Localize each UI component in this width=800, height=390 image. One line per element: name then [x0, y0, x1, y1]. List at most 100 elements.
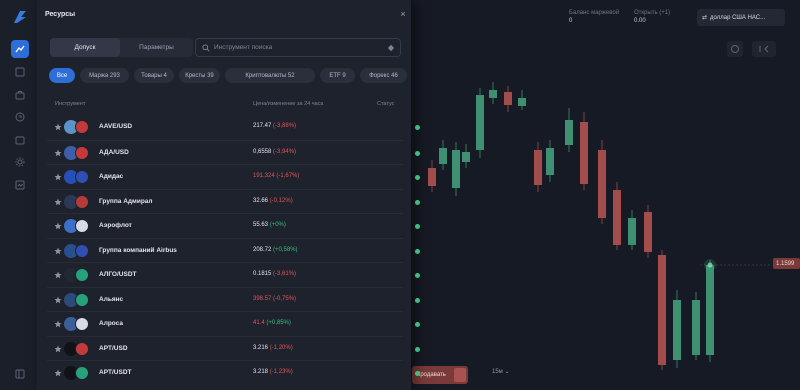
price-change: (-3,94%)	[273, 148, 297, 155]
candle-body	[580, 122, 588, 184]
instrument-price-cell: 398.57 (-0,75%)	[253, 296, 296, 302]
star-icon[interactable]	[54, 296, 62, 304]
status-dot-icon	[415, 199, 420, 205]
status-dot-icon	[415, 224, 420, 229]
portfolio-nav-button[interactable]	[11, 86, 29, 104]
instrument-search[interactable]	[195, 38, 401, 57]
margin-balance-label: Баланс маржевой	[569, 10, 620, 16]
star-icon[interactable]	[54, 198, 62, 206]
wallet-nav-button[interactable]	[11, 131, 29, 149]
candle-body	[504, 92, 512, 105]
list-item[interactable]: APT/USD 3.216 (-1,20%)	[47, 335, 420, 361]
status-dot-icon	[415, 150, 420, 156]
list-item[interactable]: Группа компаний Airbus 208.72 (+0,58%)	[47, 237, 420, 263]
instrument-price: 191.324	[253, 173, 275, 179]
asset-selector[interactable]: ⇄ доллар США НАС...	[697, 9, 785, 26]
list-item[interactable]: Аэрофлот 55.63 (+0%)	[47, 213, 420, 238]
candle-body	[546, 148, 554, 175]
candle-body	[565, 120, 573, 145]
filter-icon[interactable]	[387, 44, 395, 52]
clock-icon	[731, 45, 739, 53]
candle-body	[658, 255, 666, 365]
chip-commodities[interactable]: Товары 4	[134, 68, 174, 83]
price-change: (+0,58%)	[273, 246, 298, 253]
open-positions-label: Открыть (+1)	[634, 10, 671, 16]
indicators-button[interactable]	[727, 41, 743, 57]
trades-nav-button[interactable]	[11, 63, 29, 81]
price-change: (-1,23%)	[269, 369, 293, 375]
list-item[interactable]: APT/USDT 3.218 (-1,23%)	[47, 360, 420, 385]
quote-currency-icon	[75, 366, 89, 380]
instrument-price-cell: 0.1815 (-3,61%)	[253, 271, 296, 277]
status-dot-icon	[415, 273, 420, 278]
price-change: (-0,75%)	[273, 295, 297, 302]
list-item[interactable]: АЛГО/USDT 0.1815 (-3,61%)	[47, 262, 420, 287]
broker-logo[interactable]	[11, 8, 29, 26]
star-icon[interactable]	[54, 123, 62, 131]
price-change: (+0%)	[269, 222, 286, 228]
tab-parameters[interactable]: Параметры	[120, 38, 193, 57]
chart-settings-button[interactable]	[752, 41, 776, 57]
instrument-price: 0,6558	[253, 148, 272, 155]
instrument-price-cell: 191.324 (-1,67%)	[253, 173, 299, 179]
timeframe-selector[interactable]: 15м ⌄	[492, 368, 510, 375]
quote-currency-icon	[75, 268, 89, 282]
quote-currency-icon	[75, 292, 89, 307]
star-icon[interactable]	[54, 345, 62, 353]
star-icon[interactable]	[54, 222, 62, 230]
price-change: (-1,20%)	[269, 344, 293, 351]
star-icon[interactable]	[54, 173, 62, 181]
chip-crosses[interactable]: Кресты 39	[179, 68, 220, 83]
list-item[interactable]: AAVE/USD 217.47 (-3,88%)	[47, 115, 420, 140]
candle-body	[462, 152, 470, 162]
star-icon[interactable]	[54, 247, 62, 255]
panel-tabs: Допуск Параметры	[50, 38, 193, 57]
star-icon[interactable]	[54, 369, 62, 377]
chip-forex[interactable]: Форекс 46	[360, 68, 407, 83]
chip-etf[interactable]: ETF 9	[320, 68, 355, 83]
calendar-nav-button[interactable]	[11, 176, 29, 194]
search-input[interactable]	[214, 44, 384, 51]
list-item[interactable]: Адидас 191.324 (-1,67%)	[47, 164, 420, 189]
instrument-price: 3.216	[253, 344, 269, 351]
star-icon[interactable]	[54, 271, 62, 279]
instrument-price: 55.63	[253, 222, 269, 228]
column-price: Цена/изменение за 24 часа	[253, 101, 324, 107]
instrument-price-cell: 3.216 (-1,20%)	[253, 345, 293, 351]
chevron-down-icon: ⌄	[502, 369, 510, 375]
instrument-name: Алроса	[99, 320, 123, 327]
instrument-name: APT/USD	[99, 344, 128, 352]
sell-arrow-icon	[454, 368, 466, 382]
instrument-price-cell: 3.218 (-1,23%)	[253, 369, 293, 375]
list-item[interactable]: Алроса 41.4 (+0,85%)	[47, 311, 420, 336]
candle-body	[428, 168, 436, 186]
instrument-name: Группа компаний Airbus	[99, 246, 177, 254]
sell-label: Продавать	[416, 372, 446, 378]
tab-access[interactable]: Допуск	[50, 38, 120, 57]
candle-body	[518, 98, 526, 106]
price-chart-area[interactable]	[400, 0, 800, 390]
column-status: Статус	[377, 101, 395, 107]
close-icon[interactable]: ×	[398, 9, 408, 19]
list-item[interactable]: Альянс 398.57 (-0,75%)	[47, 286, 420, 312]
chip-crypto[interactable]: Криптовалюты 52	[225, 68, 315, 83]
list-item[interactable]: АДА/USD 0,6558 (-3,94%)	[47, 139, 420, 165]
star-icon[interactable]	[54, 320, 62, 328]
candle-body	[706, 265, 714, 355]
chart-nav-button[interactable]	[11, 40, 29, 58]
layout-nav-button[interactable]	[11, 365, 29, 383]
quote-currency-icon	[75, 341, 89, 356]
instrument-name: АЛГО/USDT	[99, 271, 137, 278]
chip-all[interactable]: Все	[49, 68, 75, 83]
status-dot-icon	[415, 297, 420, 303]
instrument-list: AAVE/USD 217.47 (-3,88%) АДА/USD 0,6558 (-3…	[47, 115, 420, 385]
settings-nav-button[interactable]	[11, 153, 29, 171]
star-icon[interactable]	[54, 149, 62, 157]
chip-margin[interactable]: Маржа 293	[80, 68, 129, 83]
status-dot-icon	[415, 371, 420, 376]
quote-currency-icon	[75, 120, 89, 134]
status-dot-icon	[415, 175, 420, 180]
status-dot-icon	[415, 248, 420, 254]
history-nav-button[interactable]	[11, 108, 29, 126]
list-item[interactable]: Группа Адмирал 32.66 (-0,12%)	[47, 188, 420, 214]
